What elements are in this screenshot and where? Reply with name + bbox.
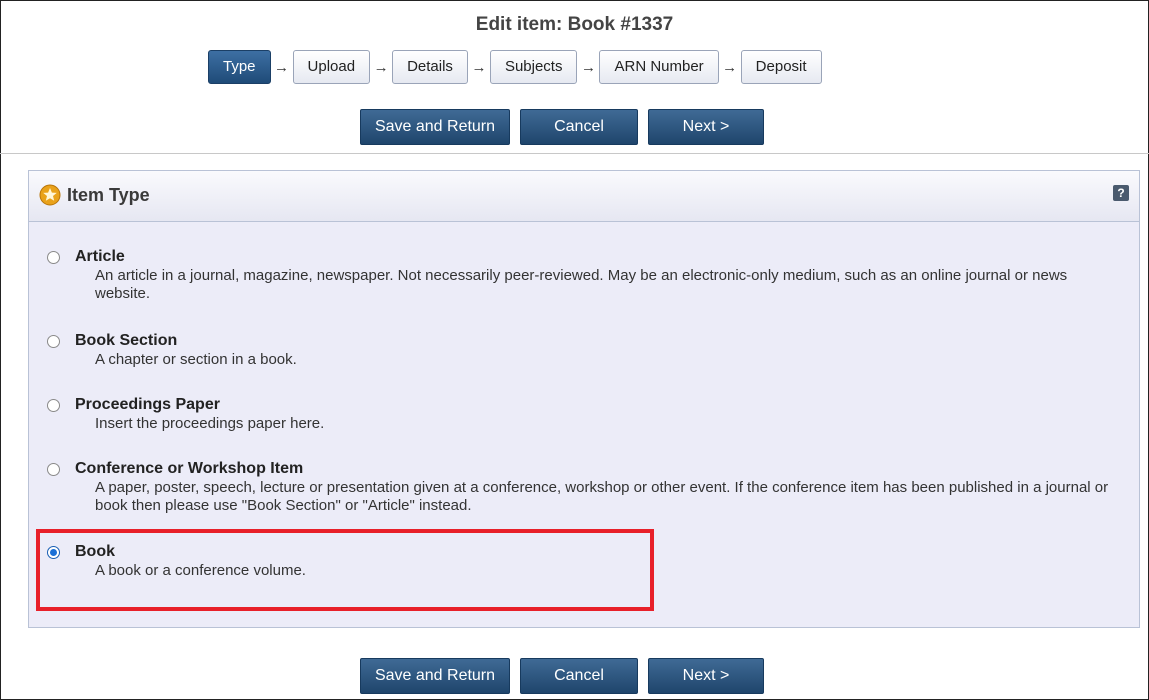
workflow-steps: Type → Upload → Details → Subjects → ARN… <box>208 50 822 84</box>
star-icon <box>39 184 61 206</box>
save-and-return-button[interactable]: Save and Return <box>360 658 510 694</box>
help-icon[interactable]: ? <box>1113 185 1129 201</box>
next-button[interactable]: Next > <box>648 658 764 694</box>
step-deposit[interactable]: Deposit <box>740 50 822 84</box>
divider <box>0 153 1149 154</box>
option-title: Article <box>75 248 125 265</box>
step-subjects[interactable]: Subjects <box>489 50 578 84</box>
radio-book-section[interactable] <box>47 335 60 348</box>
next-button[interactable]: Next > <box>648 109 764 145</box>
page-title: Edit item: Book #1337 <box>475 14 674 35</box>
step-type[interactable]: Type <box>208 50 271 84</box>
arrow-right-icon: → <box>373 58 389 76</box>
option-description: Insert the proceedings paper here. <box>95 415 325 432</box>
arrow-right-icon: → <box>580 58 596 76</box>
option-description: A paper, poster, speech, lecture or pres… <box>95 479 1109 514</box>
panel-title: Item Type <box>67 185 150 205</box>
option-description: A chapter or section in a book. <box>95 351 297 368</box>
option-description: An article in a journal, magazine, newsp… <box>95 267 1068 302</box>
step-arn-number[interactable]: ARN Number <box>599 50 719 84</box>
arrow-right-icon: → <box>274 58 290 76</box>
option-title: Proceedings Paper <box>75 396 220 413</box>
cancel-button[interactable]: Cancel <box>520 658 638 694</box>
radio-conference-item[interactable] <box>47 463 60 476</box>
step-upload[interactable]: Upload <box>292 50 371 84</box>
radio-proceedings-paper[interactable] <box>47 399 60 412</box>
top-action-bar: Save and Return Cancel Next > <box>360 109 764 145</box>
arrow-right-icon: → <box>722 58 738 76</box>
panel-header: Item Type ? <box>29 171 1139 222</box>
step-details[interactable]: Details <box>392 50 468 84</box>
option-title: Book Section <box>75 332 178 349</box>
cancel-button[interactable]: Cancel <box>520 109 638 145</box>
option-description: A book or a conference volume. <box>95 562 306 579</box>
radio-article[interactable] <box>47 251 60 264</box>
option-title: Book <box>75 543 115 560</box>
radio-book[interactable] <box>47 546 60 559</box>
arrow-right-icon: → <box>471 58 487 76</box>
item-type-panel: Item Type ? Article An article in a jour… <box>28 170 1140 628</box>
save-and-return-button[interactable]: Save and Return <box>360 109 510 145</box>
bottom-action-bar: Save and Return Cancel Next > <box>360 658 764 694</box>
option-title: Conference or Workshop Item <box>75 460 304 477</box>
